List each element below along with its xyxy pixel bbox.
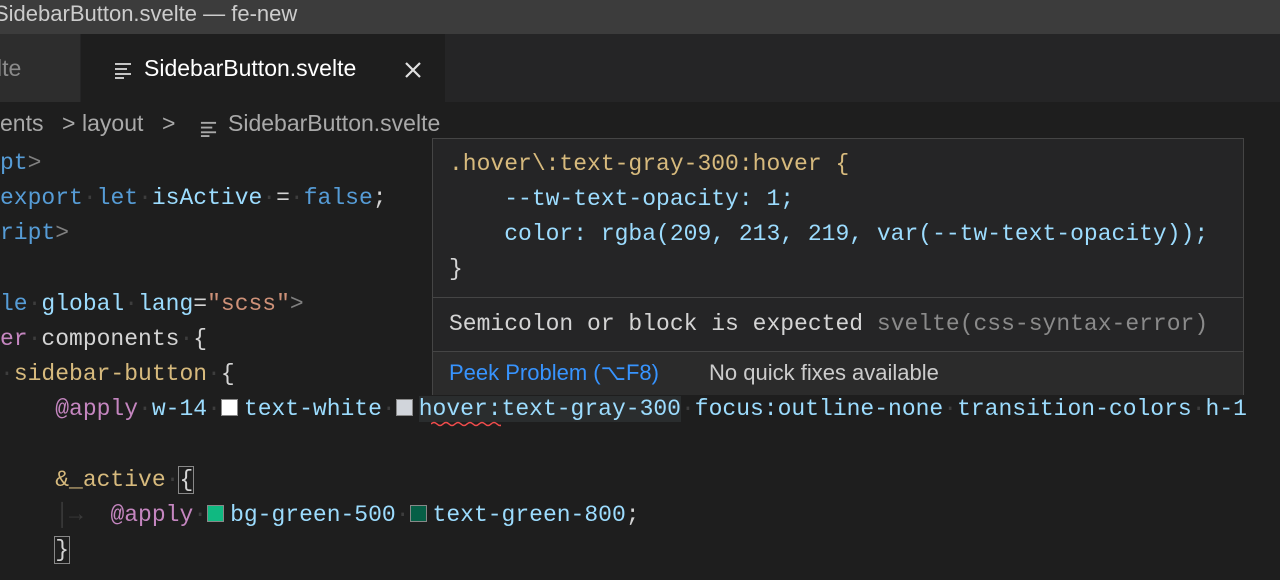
code-token: ; <box>372 185 387 211</box>
color-swatch[interactable] <box>395 399 413 416</box>
diagnostic-text: Semicolon or block is expected <box>449 311 864 337</box>
hover-code-line: --tw-text-opacity: 1; <box>449 186 795 212</box>
code-line: │→ @apply· bg-green-500· text-green-800; <box>55 502 640 528</box>
tab-bar: lte SidebarButton.svelte <box>0 34 1280 102</box>
code-token: > <box>55 220 70 246</box>
code-token: { <box>220 361 235 387</box>
diagnostic-message: Semicolon or block is expected svelte(cs… <box>449 307 1208 342</box>
code-token: le <box>0 291 28 317</box>
hover-status-bar: Peek Problem (⌥F8) No quick fixes availa… <box>433 351 1243 395</box>
code-token: let <box>96 185 139 211</box>
code-token: { <box>178 466 195 494</box>
code-token: text-white <box>243 396 382 422</box>
divider <box>433 297 1243 298</box>
code-token: &_active <box>55 467 166 493</box>
code-token: { <box>193 326 208 352</box>
code-line: &_active·{ <box>55 466 195 494</box>
hover-code-line: color: rgba(209, 213, 219, var(--tw-text… <box>449 221 1209 247</box>
tab-label: SidebarButton.svelte <box>144 55 357 81</box>
file-lines-icon <box>200 116 217 143</box>
code-token-error[interactable]: hover:text-gray-300 <box>418 396 681 422</box>
code-token: false <box>303 185 373 211</box>
code-line: } <box>0 533 71 568</box>
code-token: isActive <box>151 185 263 211</box>
breadcrumb-item[interactable]: SidebarButton.svelte <box>228 110 440 137</box>
no-quick-fixes-label: No quick fixes available <box>709 360 939 385</box>
code-line: er·components·{ <box>0 326 208 352</box>
code-token: global <box>41 291 125 317</box>
diagnostic-source: svelte(css-syntax-error) <box>876 311 1209 337</box>
file-lines-icon <box>114 58 132 85</box>
code-token: focus:outline-none <box>694 396 944 422</box>
tab-sidebarbutton-svelte[interactable]: SidebarButton.svelte <box>81 34 445 102</box>
peek-problem-link[interactable]: Peek Problem (⌥F8) <box>449 360 659 386</box>
code-token: ript <box>0 220 56 246</box>
close-icon[interactable] <box>404 58 422 85</box>
code-token: = <box>193 291 208 317</box>
code-token: text-green-800 <box>432 502 626 528</box>
color-swatch[interactable] <box>409 505 427 522</box>
hover-code-line: } <box>449 256 463 282</box>
code-token: transition-colors <box>957 396 1192 422</box>
code-token: > <box>289 291 304 317</box>
tab-previous-file[interactable]: lte <box>0 34 80 102</box>
code-token: h-1 <box>1205 396 1247 422</box>
hover-widget: .hover\:text-gray-300:hover { --tw-text-… <box>432 138 1244 395</box>
color-swatch[interactable] <box>207 505 225 522</box>
code-token: = <box>276 185 290 211</box>
chevron-right-icon: > <box>62 110 76 136</box>
code-token: components <box>41 326 180 352</box>
title-bar: SidebarButton.svelte — fe-new <box>0 0 1280 34</box>
code-token: @apply <box>110 502 194 528</box>
code-token: ; <box>625 502 640 528</box>
code-line: ·sidebar-button·{ <box>0 361 235 387</box>
error-squiggle <box>431 421 501 427</box>
code-token: pt <box>0 150 28 176</box>
breadcrumb-item[interactable]: ents <box>0 110 43 137</box>
code-line: pt> <box>0 146 41 181</box>
code-token: } <box>54 536 71 564</box>
code-token: w-14 <box>151 396 208 422</box>
code-line: export·let·isActive·=·false; <box>0 185 387 211</box>
tab-label: lte <box>0 55 22 81</box>
code-token: "scss" <box>207 291 290 317</box>
code-line: @apply·w-14· text-white· hover:text-gray-3… <box>55 396 1247 422</box>
code-token: sidebar-button <box>13 361 208 387</box>
code-token: bg-green-500 <box>230 502 396 528</box>
code-line: le·global·lang="scss"> <box>0 291 304 317</box>
breadcrumb-item[interactable]: layout <box>82 110 143 137</box>
hover-code-line: .hover\:text-gray-300:hover { <box>449 151 850 177</box>
chevron-right-icon: > <box>162 110 176 136</box>
code-token: lang <box>138 291 194 317</box>
code-token: > <box>27 150 42 176</box>
window-title: SidebarButton.svelte — fe-new <box>0 1 298 26</box>
code-line: ript> <box>0 216 69 251</box>
code-token: er <box>0 326 28 352</box>
hover-code: .hover\:text-gray-300:hover { --tw-text-… <box>449 147 1208 287</box>
code-token: @apply <box>55 396 139 422</box>
color-swatch[interactable] <box>220 399 238 416</box>
code-token: export <box>0 185 83 211</box>
